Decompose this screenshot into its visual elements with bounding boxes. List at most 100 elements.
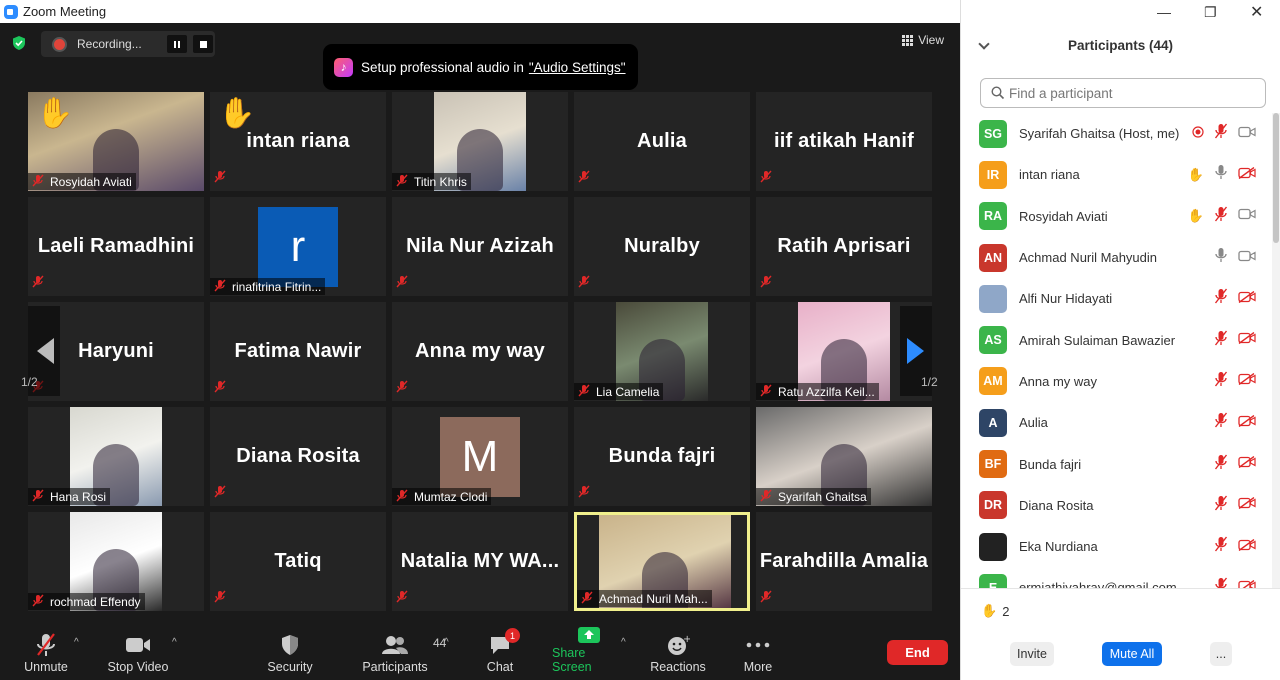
participant-name-label: Lia Camelia	[574, 383, 664, 400]
view-label: View	[918, 33, 944, 47]
participant-video-tile[interactable]: Achmad Nuril Mah...	[574, 512, 750, 611]
muted-mic-icon	[396, 275, 408, 293]
participant-video-tile[interactable]: Diana Rosita	[210, 407, 386, 506]
meeting-toolbar: Unmute ^ Stop Video ^ Security 44 Partic…	[0, 625, 960, 680]
participant-avatar: AN	[979, 243, 1007, 272]
participant-row[interactable]: Eka Nurdiana	[961, 526, 1271, 567]
view-button[interactable]: View	[902, 33, 944, 47]
participant-status-icons	[1214, 577, 1256, 588]
participant-display-name: Diana Rosita	[236, 445, 360, 467]
close-window-icon[interactable]: ✕	[1250, 2, 1263, 22]
participant-row[interactable]: BF Bunda fajri	[961, 443, 1271, 484]
participant-row[interactable]: DR Diana Rosita	[961, 485, 1271, 526]
participant-display-name: Ratih Aprisari	[777, 235, 911, 257]
recording-label: Recording...	[77, 37, 142, 51]
participant-row[interactable]: IR intan riana ✋	[961, 154, 1271, 195]
audio-options-chevron-icon[interactable]: ^	[74, 637, 79, 648]
more-button[interactable]: More	[741, 625, 775, 680]
participant-status-icons	[1214, 247, 1256, 268]
shield-check-icon[interactable]	[11, 35, 27, 51]
participant-video-tile[interactable]: Nila Nur Azizah	[392, 197, 568, 296]
video-options-chevron-icon[interactable]: ^	[172, 637, 177, 648]
security-button[interactable]: Security	[264, 625, 316, 680]
participant-video-tile[interactable]: intan riana ✋	[210, 92, 386, 191]
participant-video-tile[interactable]: Syarifah Ghaitsa	[756, 407, 932, 506]
stop-recording-button[interactable]	[193, 35, 213, 53]
panel-more-button[interactable]: ...	[1210, 642, 1232, 666]
participant-video-tile[interactable]: r rinafitrina Fitrin...	[210, 197, 386, 296]
video-off-icon	[1238, 372, 1256, 390]
participant-video-tile[interactable]: Farahdilla Amalia	[756, 512, 932, 611]
unmute-button[interactable]: Unmute	[22, 625, 70, 680]
pause-recording-button[interactable]	[167, 35, 187, 53]
participant-row[interactable]: AS Amirah Sulaiman Bawazier	[961, 319, 1271, 360]
participant-video-tile[interactable]: Ratih Aprisari	[756, 197, 932, 296]
participant-video-tile[interactable]: Laeli Ramadhini	[28, 197, 204, 296]
scrollbar-thumb[interactable]	[1273, 113, 1279, 243]
share-options-chevron-icon[interactable]: ^	[621, 637, 626, 648]
participant-row[interactable]: AM Anna my way	[961, 361, 1271, 402]
participants-button[interactable]: 44 Participants	[358, 625, 446, 680]
restore-window-icon[interactable]: ❐	[1204, 4, 1217, 21]
participant-video-tile[interactable]: Aulia	[574, 92, 750, 191]
participant-name-label: Titin Khris	[392, 173, 471, 190]
participant-display-name: Laeli Ramadhini	[37, 235, 195, 257]
stop-video-button[interactable]: Stop Video	[106, 625, 170, 680]
participant-video-tile[interactable]: M Mumtaz Clodi	[392, 407, 568, 506]
muted-mic-icon	[578, 384, 590, 400]
participant-row[interactable]: Eermiathiyahray@gmail.com	[961, 567, 1271, 588]
participant-video-tile[interactable]: Natalia MY WA...	[392, 512, 568, 611]
participant-video-tile[interactable]: Tatiq	[210, 512, 386, 611]
minimize-window-icon[interactable]: —	[1157, 4, 1171, 20]
participant-video-tile[interactable]: Hana Rosi	[28, 407, 204, 506]
video-off-icon	[1238, 496, 1256, 514]
participant-list-scrollbar[interactable]	[1272, 113, 1280, 588]
participant-row[interactable]: SG Syarifah Ghaitsa (Host, me)	[961, 113, 1271, 154]
participant-status-icons	[1214, 454, 1256, 475]
pause-icon	[174, 40, 180, 48]
participant-status-icons	[1214, 330, 1256, 351]
invite-button[interactable]: Invite	[1010, 642, 1054, 666]
video-off-icon	[1238, 579, 1256, 588]
banner-text: Setup professional audio in	[361, 59, 524, 75]
participant-video-tile[interactable]: Titin Khris	[392, 92, 568, 191]
mute-all-button[interactable]: Mute All	[1102, 642, 1162, 666]
participant-video-tile[interactable]: iif atikah Hanif	[756, 92, 932, 191]
raised-hands-count: ✋ 2	[981, 603, 1009, 619]
participant-row[interactable]: RA Rosyidah Aviati ✋	[961, 196, 1271, 237]
share-screen-button[interactable]: Share Screen	[552, 625, 626, 680]
participant-video-tile[interactable]: rochmad Effendy	[28, 512, 204, 611]
muted-mic-icon	[34, 630, 58, 660]
participant-search-input[interactable]: Find a participant	[980, 78, 1266, 108]
muted-mic-icon	[396, 174, 408, 190]
participant-video-tile[interactable]: Lia Camelia	[574, 302, 750, 401]
participant-name: Achmad Nuril Mah...	[599, 591, 708, 606]
participant-list-name: Rosyidah Aviati	[1019, 208, 1108, 224]
participant-avatar	[979, 284, 1007, 313]
participant-video-tile[interactable]: Fatima Nawir	[210, 302, 386, 401]
participant-display-name: Anna my way	[414, 340, 546, 362]
participants-icon: 44	[381, 630, 446, 660]
participant-status-icons	[1214, 536, 1256, 557]
muted-mic-icon	[214, 590, 226, 608]
chat-button[interactable]: 1 Chat	[484, 625, 520, 680]
participant-list-name: Anna my way	[1019, 373, 1098, 389]
participant-video-tile[interactable]: Nuralby	[574, 197, 750, 296]
end-meeting-button[interactable]: End	[887, 640, 948, 665]
participants-options-chevron-icon[interactable]: ^	[444, 637, 449, 648]
stop-icon	[199, 40, 207, 48]
reactions-button[interactable]: + Reactions	[650, 625, 706, 680]
audio-settings-link[interactable]: "Audio Settings"	[529, 60, 626, 75]
participant-name-label: Mumtaz Clodi	[392, 488, 492, 505]
participant-row[interactable]: A Aulia	[961, 402, 1271, 443]
participant-video-tile[interactable]: ✋ Rosyidah Aviati	[28, 92, 204, 191]
participant-row[interactable]: Alfi Nur Hidayati	[961, 278, 1271, 319]
participant-name: rinafitrina Fitrin...	[232, 279, 322, 294]
video-grid: ✋ Rosyidah Aviati intan riana ✋ Titin Khris A…	[28, 92, 932, 612]
participant-video-tile[interactable]: Anna my way	[392, 302, 568, 401]
participant-row[interactable]: AN Achmad Nuril Mahyudin	[961, 237, 1271, 278]
participant-video-tile[interactable]: Bunda fajri	[574, 407, 750, 506]
recording-icon	[1192, 125, 1204, 143]
video-off-icon	[1238, 414, 1256, 432]
participant-name: Titin Khris	[414, 174, 467, 189]
